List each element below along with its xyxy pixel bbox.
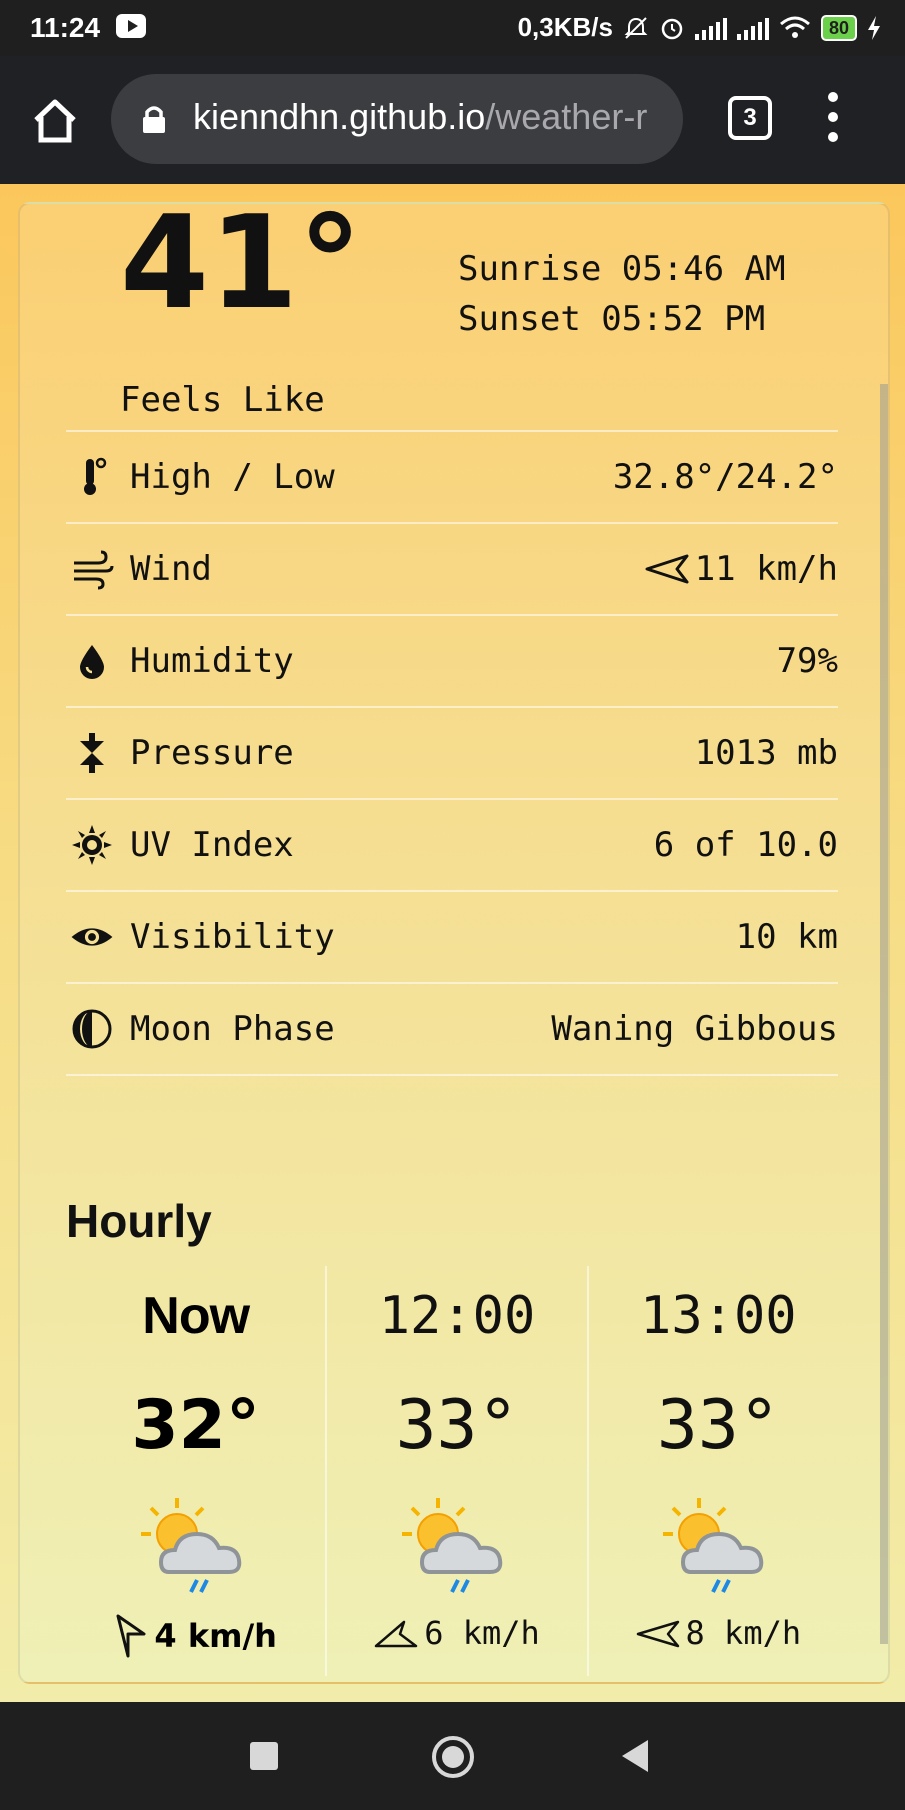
hour-wind-value: 6 km/h [424,1614,540,1652]
wind-icon [70,547,114,591]
hour-wind: 6 km/h [327,1614,586,1652]
hourly-forecast[interactable]: Now 32° 4 km/h 12:00 33° 6 km/h 13:00 33… [66,1266,848,1676]
detail-label: High / Low [130,457,335,497]
signal-icon-2 [736,16,769,40]
sunset-time: Sunset 05:52 PM [458,299,766,339]
detail-value: 10 km [735,917,838,957]
status-bar: 11:24 0,3KB/s 80 [0,0,905,56]
hourly-title: Hourly [66,1195,212,1247]
back-button[interactable] [622,1740,648,1772]
detail-value: 11 km/h [694,549,838,589]
sunrise-time: Sunrise 05:46 AM [458,249,786,289]
wind-direction-icon [636,1620,679,1648]
details-list: High / Low 32.8°/24.2° Wind 11 km/h Humi… [66,430,838,1076]
youtube-notification-icon [116,14,146,38]
visibility-icon [70,915,114,959]
home-icon[interactable] [30,96,80,146]
address-bar[interactable]: kienndhn.github.io/weather-r [111,74,683,164]
detail-value: 79% [776,641,838,681]
detail-label: Pressure [130,733,294,773]
detail-label: Visibility [130,917,335,957]
detail-label: Humidity [130,641,294,681]
detail-row-visibility: Visibility 10 km [66,890,838,982]
browser-toolbar: kienndhn.github.io/weather-r 3 [0,56,905,184]
detail-row-humidity: Humidity 79% [66,614,838,706]
moon-phase-icon [70,1007,114,1051]
hour-card: 13:00 33° 8 km/h [589,1266,848,1676]
sun-times: Sunrise 05:46 AM Sunset 05:52 PM [458,244,786,344]
system-nav-bar [0,1702,905,1810]
detail-label: Moon Phase [130,1009,335,1049]
hour-temp: 33° [395,1386,519,1465]
status-time: 11:24 [30,12,101,43]
detail-row-moon-phase: Moon Phase Waning Gibbous [66,982,838,1076]
wind-direction-icon [374,1620,418,1648]
url-path: /weather-r [485,96,648,137]
partly-cloudy-rain-icon [140,1498,241,1593]
hour-wind: 4 km/h [66,1614,325,1658]
uv-icon [70,823,114,867]
detail-label: UV Index [130,825,294,865]
hour-time: 13:00 [640,1286,797,1346]
hour-wind: 8 km/h [589,1614,848,1652]
detail-value: 1013 mb [694,733,838,773]
detail-row-wind: Wind 11 km/h [66,522,838,614]
wind-direction-icon [116,1614,146,1658]
alarm-icon [661,18,683,39]
detail-label: Wind [130,549,212,589]
partly-cloudy-rain-icon [401,1498,503,1593]
detail-value-wrap: 11 km/h [645,549,838,589]
detail-row-high-low: High / Low 32.8°/24.2° [66,430,838,522]
hour-temp: 33° [656,1386,780,1465]
feels-like-label: Feels Like [120,380,325,420]
hour-wind-value: 8 km/h [685,1614,802,1652]
current-temperature: 41° [120,202,363,338]
page-background: 41° Sunrise 05:46 AM Sunset 05:52 PM Fee… [0,184,905,1702]
network-speed: 0,3KB/s [517,12,613,42]
url-host: kienndhn.github.io [193,96,486,137]
scrollbar[interactable] [880,384,888,1644]
detail-value: 32.8°/24.2° [612,457,838,497]
weather-card: 41° Sunrise 05:46 AM Sunset 05:52 PM Fee… [18,202,890,1684]
battery-icon: 80 [820,14,857,41]
hour-wind-value: 4 km/h [154,1617,277,1655]
lock-icon [143,106,165,133]
status-indicators: 0,3KB/s 80 [518,12,881,43]
hour-card: 12:00 33° 6 km/h [327,1266,589,1676]
hour-time: 12:00 [378,1286,536,1346]
hour-temp: 32° [131,1386,260,1465]
hour-card: Now 32° 4 km/h [66,1266,328,1676]
mute-icon [624,16,648,39]
partly-cloudy-rain-icon [663,1498,764,1593]
home-button[interactable] [432,1736,474,1778]
signal-icon [694,16,727,40]
thermometer-icon [70,455,114,499]
hour-time: Now [142,1287,250,1345]
charging-icon [868,15,880,40]
pressure-icon [70,731,114,775]
recents-button[interactable] [250,1742,278,1770]
detail-value: Waning Gibbous [551,1009,838,1049]
wifi-icon [779,16,810,38]
more-menu-icon[interactable] [826,92,840,146]
detail-row-pressure: Pressure 1013 mb [66,706,838,798]
detail-value: 6 of 10.0 [653,825,838,865]
url-text: kienndhn.github.io/weather-r [193,96,673,138]
tab-switcher-button[interactable]: 3 [728,96,772,140]
humidity-icon [70,639,114,683]
wind-direction-icon [645,554,689,584]
detail-row-uv: UV Index 6 of 10.0 [66,798,838,890]
